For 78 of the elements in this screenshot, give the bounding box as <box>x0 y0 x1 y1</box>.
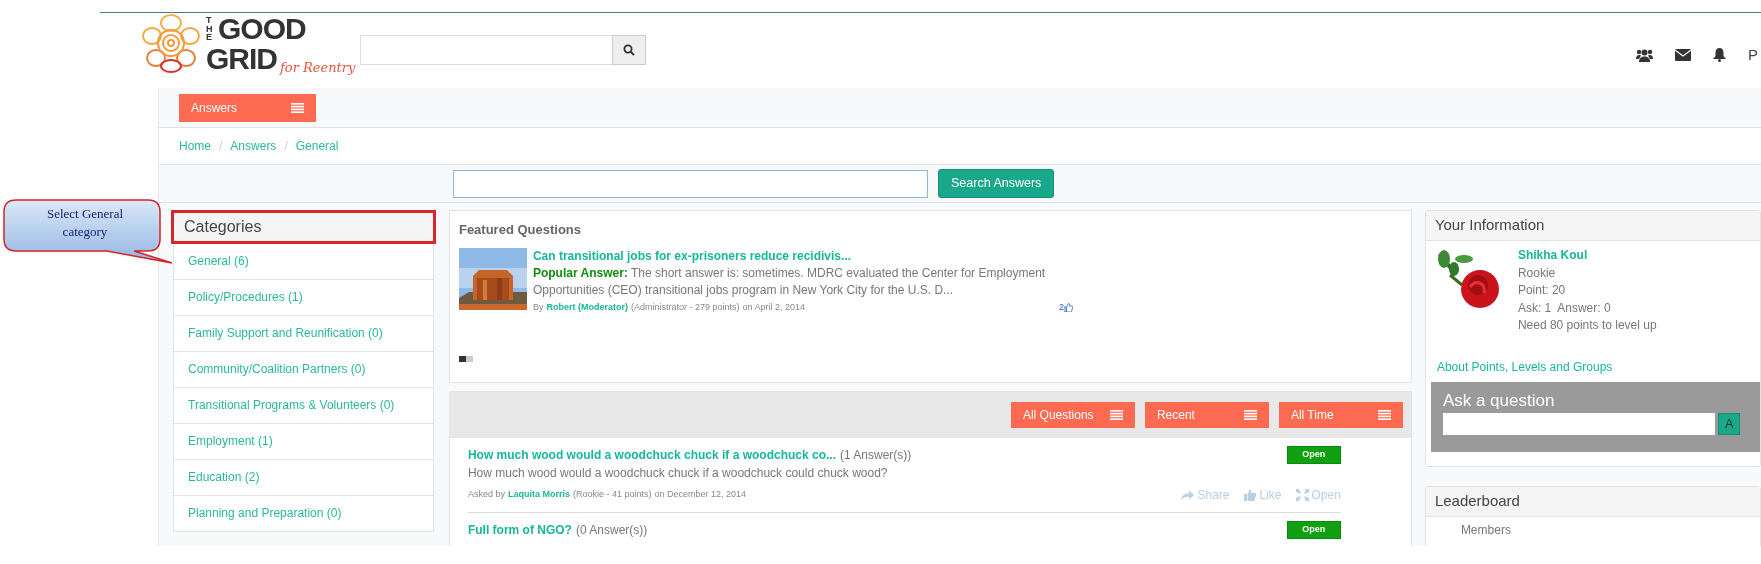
points-text: Point: 20 <box>1517 282 1567 299</box>
share-icon <box>1181 489 1195 501</box>
meta-text: (Rookie - 41 points) <box>573 488 652 502</box>
column-heading: Members <box>1459 521 1512 539</box>
answers-menu-button[interactable]: Answers <box>179 94 316 122</box>
filter-dropdown-button[interactable]: Recent <box>1144 402 1269 428</box>
thumbs-up-icon <box>1243 489 1257 501</box>
menu-icon <box>1109 410 1123 420</box>
level-up-text: Need 80 points to level up <box>1517 317 1657 334</box>
meta-text: on December 12, 2014 <box>654 488 747 502</box>
category-link[interactable]: Transitional Programs & Volunteers (0) <box>173 388 434 424</box>
meta-text: Asked by <box>467 488 505 502</box>
expand-icon <box>1295 489 1309 501</box>
question-link[interactable]: Can transitional jobs for ex-prisoners reduce recidivis... <box>532 248 852 263</box>
like-count: 2 <box>1058 300 1064 314</box>
logo-tagline: for Reentry <box>280 61 356 74</box>
question-link[interactable]: Full form of NGO? <box>467 521 572 539</box>
flower-logo-icon <box>140 14 202 74</box>
ask-count: Ask: 1 <box>1517 299 1552 317</box>
action-link[interactable]: Open <box>1295 486 1341 504</box>
search-field[interactable] <box>360 35 612 65</box>
logo-text: THE <box>206 16 214 42</box>
search-field[interactable] <box>453 169 928 198</box>
about-points-link[interactable]: About Points, Levels and Groups <box>1436 359 1613 374</box>
panel-title: Leaderboard <box>1425 486 1760 517</box>
status-badge: Open <box>1286 521 1341 539</box>
category-link[interactable]: Education (2) <box>173 460 434 496</box>
ask-title: Ask a question <box>1442 389 1556 412</box>
logo-text: GRID <box>206 44 277 74</box>
callout-text: Select General category <box>45 205 125 241</box>
mail-icon[interactable] <box>1675 49 1691 62</box>
answer-count: (1 Answer(s)) <box>840 447 912 464</box>
carousel-indicator[interactable] <box>458 355 466 362</box>
answer-count: Answer: 0 <box>1557 299 1611 317</box>
category-link[interactable]: Planning and Preparation (0) <box>173 496 434 532</box>
ask-button[interactable]: A <box>1717 413 1741 435</box>
category-link[interactable]: Policy/Procedures (1) <box>173 280 434 316</box>
search-answers-button[interactable]: Search Answers <box>938 169 1055 198</box>
breadcrumb-separator: / <box>219 138 223 155</box>
user-name-link[interactable]: Shikha Koul <box>1517 248 1588 262</box>
users-icon[interactable] <box>1636 48 1653 62</box>
search-icon <box>623 44 635 56</box>
breadcrumb-link[interactable]: General <box>295 137 339 155</box>
panel-title: Featured Questions <box>458 221 583 239</box>
answer-count: (0 Answer(s)) <box>575 522 648 539</box>
action-link[interactable]: Share <box>1181 486 1230 504</box>
author-link[interactable]: Laquita Morris <box>508 488 570 502</box>
category-link[interactable]: Family Support and Reunification (0) <box>173 316 434 352</box>
breadcrumb-link[interactable]: Answers <box>230 137 277 155</box>
category-link[interactable]: Community/Coalition Partners (0) <box>173 352 434 388</box>
bell-icon[interactable] <box>1713 48 1726 63</box>
thumbs-up-icon <box>1063 302 1073 312</box>
meta-text: By <box>532 300 544 314</box>
breadcrumb-link[interactable]: Home <box>179 137 211 155</box>
search-button[interactable] <box>612 35 646 65</box>
action-link[interactable]: Like <box>1243 486 1282 504</box>
panel-title: Your Information <box>1425 211 1760 241</box>
meta-text: on April 2, 2014 <box>742 300 806 314</box>
menu-icon <box>1377 410 1391 420</box>
user-menu-text[interactable]: P <box>1748 44 1758 67</box>
author-link[interactable]: Robert (Moderator) <box>546 298 628 316</box>
status-badge: Open <box>1286 446 1341 464</box>
menu-icon <box>291 103 304 113</box>
answer-excerpt: Popular Answer: The short answer is: sometimes. MDRC evaluated the Center for Employment Opportunities (CEO) transitional jobs program in New York City for the U.S. D... <box>532 264 1047 299</box>
question-text: How much wood would a woodchuck chuck if a woodchuck could chuck wood? <box>467 465 889 482</box>
category-link[interactable]: Employment (1) <box>173 424 434 460</box>
logo-text: GOOD <box>218 14 306 44</box>
meta-text: (Administrator - 279 points) <box>630 300 740 314</box>
categories-heading: Categories <box>171 210 436 244</box>
rank-text: Rookie <box>1517 264 1557 282</box>
category-link[interactable]: General (6) <box>173 244 434 280</box>
question-field[interactable] <box>1442 413 1715 435</box>
carousel-indicator[interactable] <box>465 355 473 362</box>
menu-icon <box>1243 410 1257 420</box>
question-link[interactable]: How much wood would a woodchuck chuck if a woodchuck co... <box>467 446 836 464</box>
breadcrumb-separator: / <box>284 138 288 155</box>
filter-dropdown-button[interactable]: All Time <box>1278 402 1403 428</box>
filter-dropdown-button[interactable]: All Questions <box>1010 402 1135 428</box>
